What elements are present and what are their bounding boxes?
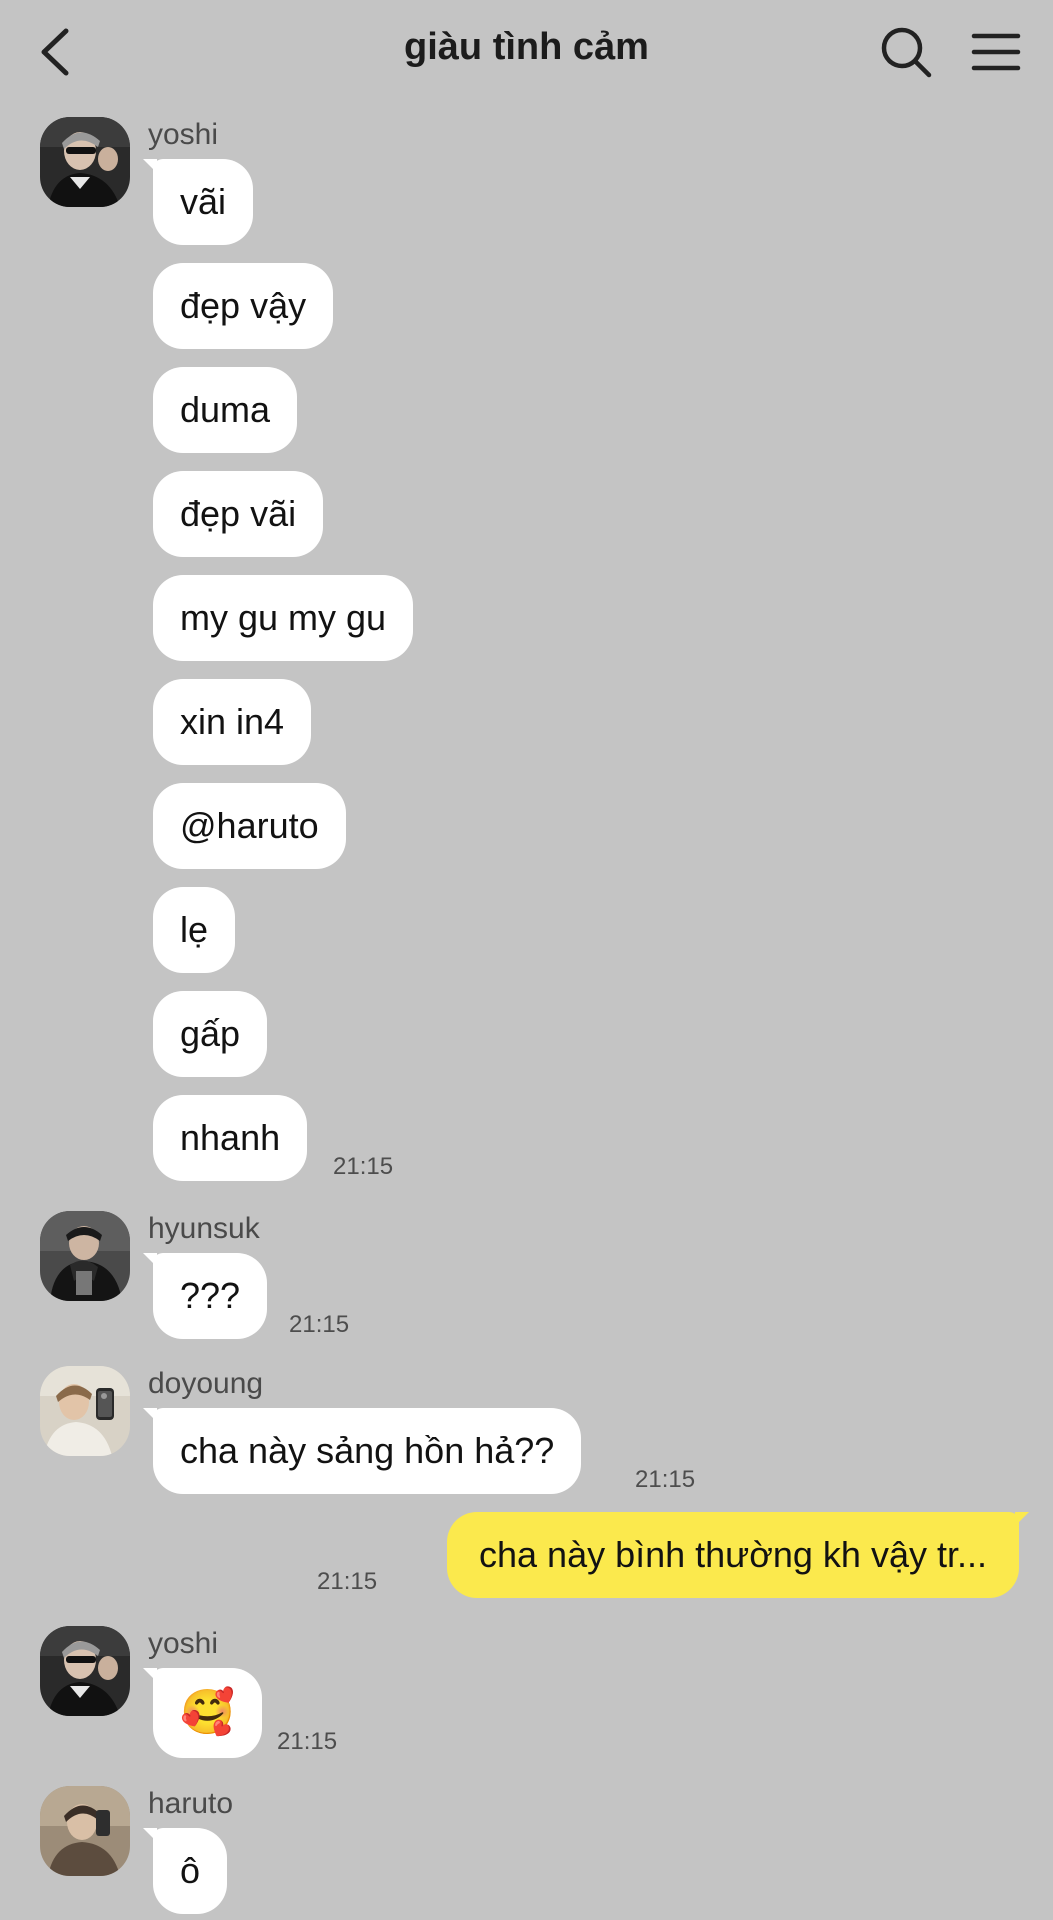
menu-icon [971,33,1021,71]
avatar-yoshi[interactable] [40,117,130,207]
message-timestamp: 21:15 [333,1153,394,1180]
sender-name: hyunsuk [148,1212,260,1245]
message-bubble[interactable]: vãi [142,159,254,245]
message-bubble[interactable]: @haruto [153,783,346,869]
outgoing-message-bubble[interactable]: cha này bình thường kh vậy tr... [447,1512,1029,1598]
sender-name: yoshi [148,1627,219,1660]
chat-title: giàu tình cảm [404,26,649,68]
sender-name: haruto [148,1787,234,1820]
message-bubble[interactable]: cha này sảng hồn hả?? [142,1408,582,1494]
message-bubble[interactable]: xin in4 [153,679,312,765]
message-bubble[interactable]: nhanh [153,1095,308,1181]
message-timestamp: 21:15 [277,1728,338,1755]
message-bubble[interactable]: 🥰 [143,1668,262,1758]
message-timestamp: 21:15 [635,1466,696,1493]
search-icon [881,27,932,78]
avatar-hyunsuk[interactable] [40,1211,130,1301]
message-bubble[interactable]: ô [142,1828,228,1914]
message-bubble[interactable]: đẹp vãi [153,471,324,557]
message-timestamp: 21:15 [289,1311,350,1338]
menu-button[interactable] [968,24,1024,80]
message-timestamp: 21:15 [317,1568,378,1595]
avatar-yoshi[interactable] [40,1626,130,1716]
sender-name: yoshi [148,118,219,151]
avatar-haruto[interactable] [40,1786,130,1876]
message-bubble[interactable]: my gu my gu [153,575,414,661]
chevron-left-icon [41,28,69,76]
chat-header: giàu tình cảm [0,0,1053,105]
message-bubble[interactable]: đẹp vậy [153,263,334,349]
message-bubble[interactable]: duma [153,367,298,453]
message-bubble[interactable]: ??? [142,1253,268,1339]
message-bubble[interactable]: gấp [153,991,268,1077]
sender-name: doyoung [148,1367,264,1400]
message-bubble[interactable]: lẹ [153,887,236,973]
search-button[interactable] [878,24,934,80]
avatar-doyoung[interactable] [40,1366,130,1456]
back-button[interactable] [30,22,80,82]
